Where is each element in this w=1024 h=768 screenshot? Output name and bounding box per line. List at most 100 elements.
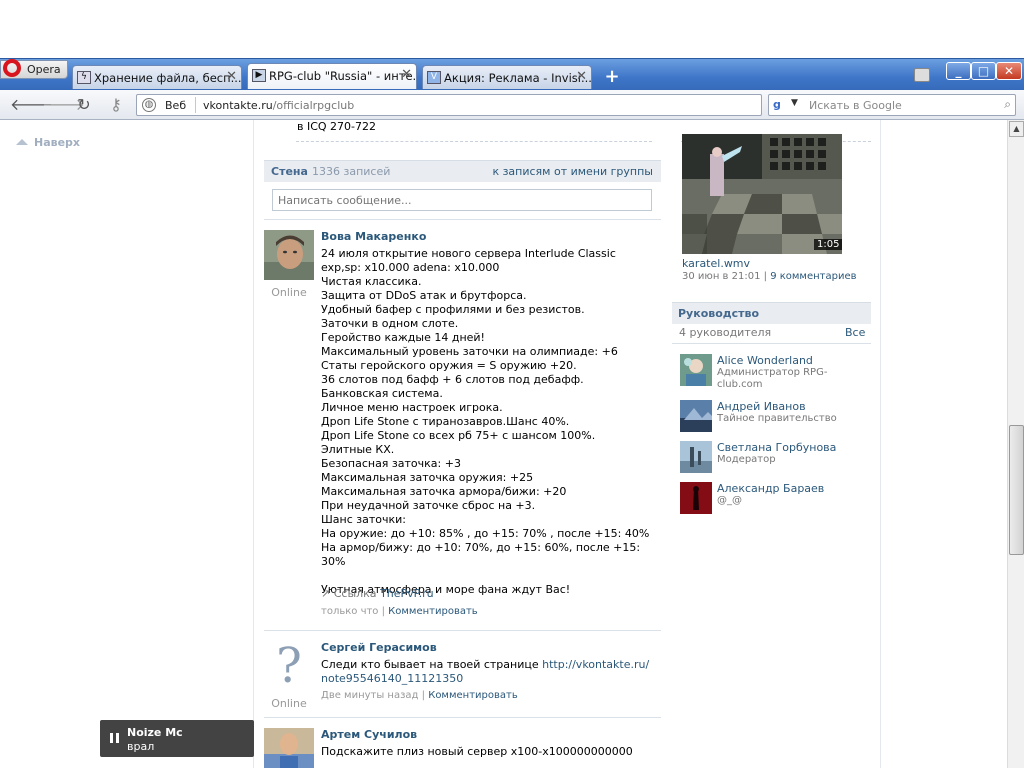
leader-name[interactable]: Александр Бараев xyxy=(717,482,824,495)
search-placeholder: Искать в Google xyxy=(809,99,902,112)
tab-title: RPG-club "Russia" - инте... xyxy=(269,69,417,83)
leader-role: Администратор RPG-club.com xyxy=(717,367,828,390)
player-artist: Noize Mc xyxy=(127,726,183,739)
write-message-input[interactable] xyxy=(272,189,652,211)
divider xyxy=(264,219,661,220)
post-text: Следи кто бывает на твоей странице http:… xyxy=(321,658,651,686)
tab-file-storage[interactable]: ϟ Хранение файла, бесп... ✕ xyxy=(72,65,242,89)
globe-icon: ◍ xyxy=(142,98,156,112)
leadership-header: Руководство xyxy=(672,302,871,324)
link-arrow-icon: ↗ xyxy=(321,587,331,600)
address-scheme-label: Веб xyxy=(165,99,187,112)
post-author[interactable]: Артем Сучилов xyxy=(321,728,417,741)
maximize-button[interactable]: □ xyxy=(971,62,996,80)
video-duration: 1:05 xyxy=(814,239,843,250)
url-domain: vkontakte.ru xyxy=(203,99,273,112)
post-url-link[interactable]: http://vkontakte.ru/ xyxy=(542,658,649,671)
no-photo-avatar-icon[interactable]: ? xyxy=(264,641,314,691)
video-meta: 30 июн в 21:01 | 9 комментариев xyxy=(682,271,857,282)
avatar[interactable] xyxy=(680,354,712,386)
reload-icon[interactable]: ↻ xyxy=(74,95,94,115)
post-meta: только что | Комментировать xyxy=(321,606,478,617)
player-song: врал xyxy=(127,740,155,753)
audio-player-popup[interactable]: Noize Mc врал xyxy=(100,720,254,757)
tab-rpg-club[interactable]: ▶ RPG-club "Russia" - инте... ✕ xyxy=(247,63,417,89)
avatar[interactable] xyxy=(264,728,314,768)
column-divider xyxy=(880,120,881,768)
group-posts-link[interactable]: к записям от имени группы xyxy=(492,165,653,178)
post-text: Подскажите плиз новый сервер х100-х10000… xyxy=(321,745,633,758)
minimize-button[interactable]: _ xyxy=(946,62,971,80)
close-tab-icon[interactable]: ✕ xyxy=(226,69,237,84)
google-icon[interactable]: g xyxy=(773,98,789,112)
page-content: Наверх в ICQ 270-722 Стена 1336 записей … xyxy=(0,120,1007,768)
trash-icon[interactable] xyxy=(914,68,930,82)
leadership-count: 4 руководителя xyxy=(679,326,772,339)
address-bar[interactable]: ◍ Веб vkontakte.ru/officialrpgclub xyxy=(136,94,762,116)
back-arrow-icon[interactable]: 🡐 xyxy=(10,95,53,115)
vertical-scrollbar[interactable]: ▲ xyxy=(1007,120,1024,768)
back-to-top-label: Наверх xyxy=(34,136,81,149)
avatar[interactable] xyxy=(680,441,712,473)
leader-role: @_@ xyxy=(717,495,742,506)
pause-icon[interactable] xyxy=(110,733,120,743)
leader-name[interactable]: Андрей Иванов xyxy=(717,400,806,413)
video-thumbnail[interactable] xyxy=(682,134,842,254)
leader-item: Александр Бараев @_@ xyxy=(680,482,870,518)
wall-title[interactable]: Стена xyxy=(271,165,308,178)
tab-title: Хранение файла, бесп... xyxy=(94,71,242,85)
leadership-all-link[interactable]: Все xyxy=(845,326,865,339)
close-tab-icon[interactable]: ✕ xyxy=(401,67,412,82)
video-comments-link[interactable]: 9 комментариев xyxy=(770,271,856,282)
address-url[interactable]: vkontakte.ru/officialrpgclub xyxy=(203,99,354,112)
chevron-down-icon[interactable]: ▼ xyxy=(791,98,798,108)
post-time: только что xyxy=(321,606,379,617)
post-meta: Две минуты назад | Комментировать xyxy=(321,690,518,701)
post-url-link[interactable]: note95546140_11121350 xyxy=(321,672,463,685)
new-tab-plus-icon[interactable]: + xyxy=(604,68,620,86)
post-author[interactable]: Сергей Герасимов xyxy=(321,641,437,654)
wall-post: ? Online Сергей Герасимов Следи кто быва… xyxy=(264,641,661,711)
close-tab-icon[interactable]: ✕ xyxy=(576,69,587,84)
tab-invisi-promo[interactable]: V Акция: Реклама - Invisi... ✕ xyxy=(422,65,592,89)
avatar[interactable] xyxy=(680,482,712,514)
post-author[interactable]: Вова Макаренко xyxy=(321,230,426,243)
icq-contact-text: в ICQ 270-722 xyxy=(297,120,377,133)
address-divider xyxy=(195,97,196,113)
column-divider xyxy=(253,120,254,768)
navigation-bar: 🡐 🡒 ↻ ⚷ ◍ Веб vkontakte.ru/officialrpgcl… xyxy=(0,90,1024,120)
leadership-title[interactable]: Руководство xyxy=(678,307,759,320)
wall-post: Артем Сучилов Подскажите плиз новый серв… xyxy=(264,728,661,768)
search-icon[interactable]: ⌕ xyxy=(1004,97,1011,112)
video-title-link[interactable]: karatel.wmv xyxy=(682,257,750,270)
leader-item: Светлана Горбунова Модератор xyxy=(680,441,870,477)
leader-name[interactable]: Alice Wonderland xyxy=(717,354,813,367)
url-path: /officialrpgclub xyxy=(272,99,355,112)
online-status: Online xyxy=(271,697,307,710)
back-to-top-link[interactable]: Наверх xyxy=(16,136,80,149)
online-status: Online xyxy=(271,286,307,299)
opera-logo-icon xyxy=(3,59,21,77)
post-text-body: Следи кто бывает на твоей странице xyxy=(321,658,543,671)
avatar[interactable] xyxy=(680,400,712,432)
avatar[interactable] xyxy=(264,230,314,280)
search-field[interactable]: g ▼ Искать в Google ⌕ xyxy=(768,94,1016,116)
post-text: 24 июля открытие нового сервера Interlud… xyxy=(321,247,650,596)
divider xyxy=(264,630,661,631)
arrow-up-icon xyxy=(16,139,28,145)
close-window-button[interactable]: ✕ xyxy=(996,62,1022,80)
forward-arrow-icon[interactable]: 🡒 xyxy=(42,95,85,115)
leader-name[interactable]: Светлана Горбунова xyxy=(717,441,836,454)
attachment-label: Ссылка xyxy=(333,587,377,600)
leader-role: Модератор xyxy=(717,454,776,465)
comment-link[interactable]: Комментировать xyxy=(388,606,478,617)
scrollbar-thumb[interactable] xyxy=(1009,425,1024,555)
comment-link[interactable]: Комментировать xyxy=(428,690,518,701)
leader-item: Андрей Иванов Тайное правительство xyxy=(680,400,870,436)
key-icon[interactable]: ⚷ xyxy=(106,95,126,115)
scroll-up-arrow-icon[interactable]: ▲ xyxy=(1009,121,1024,137)
divider xyxy=(672,343,871,344)
opera-menu-button[interactable]: Opera xyxy=(0,59,68,79)
lightning-favicon-icon: ϟ xyxy=(77,71,91,84)
attachment-link[interactable]: ThePvP.ru xyxy=(380,587,434,600)
